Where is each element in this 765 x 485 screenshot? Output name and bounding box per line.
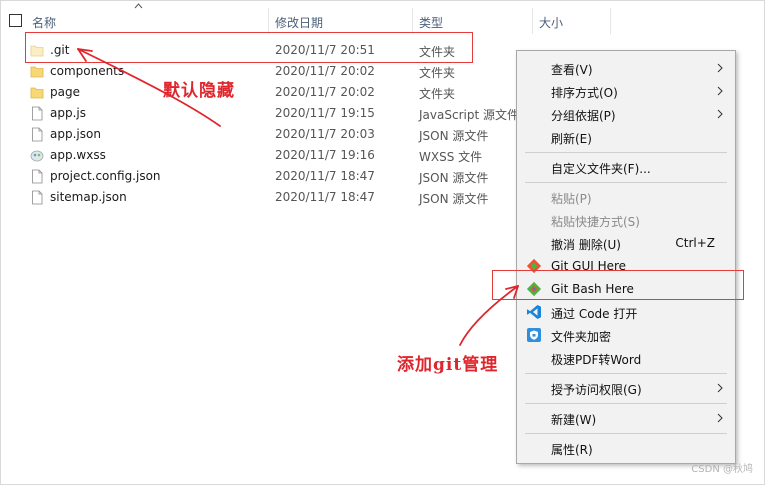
arrow-to-git-folder — [77, 48, 221, 127]
annotation-arrows — [77, 48, 519, 346]
watermark: CSDN @秋鸠 — [691, 464, 753, 475]
arrow-to-git-bash — [459, 285, 519, 346]
